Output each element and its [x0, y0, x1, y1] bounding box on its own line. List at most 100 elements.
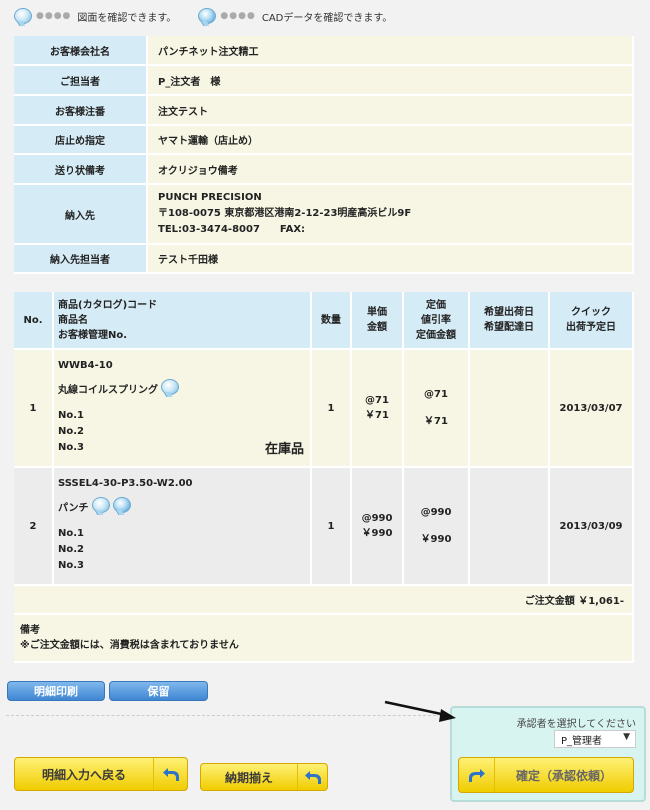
order-total: ご注文金額 ￥1,061-: [14, 586, 634, 615]
row-list: @71 ￥71: [404, 350, 470, 468]
approver-prompt: 承認者を選択してください: [516, 719, 636, 730]
hold-button[interactable]: 保留: [109, 681, 208, 701]
info-row: 納入先 PUNCH PRECISION 〒108-0075 東京都港区港南2-1…: [14, 185, 634, 245]
legend-cad: ●●●● CADデータを確認できます。: [198, 8, 392, 24]
chevron-down-icon: ▼: [623, 732, 630, 742]
header-dates: 希望出荷日 希望配達日: [470, 292, 550, 350]
info-value: PUNCH PRECISION 〒108-0075 東京都港区港南2-12-23…: [148, 185, 634, 245]
product-name: 丸線コイルスプリング: [58, 385, 158, 396]
list-amount: ￥990: [420, 534, 452, 545]
info-label: お客様注番: [14, 96, 148, 126]
confirm-button[interactable]: 確定（承認依頼）: [458, 757, 634, 793]
cad-bubble-icon: [198, 8, 217, 24]
row-price: @990 ￥990: [352, 468, 404, 586]
table-row: 1 WWB4-10 丸線コイルスプリング No.1 No.2 No.3 在庫品 …: [14, 350, 634, 468]
list-unit: @71: [424, 389, 448, 400]
info-value: オクリジョウ備考: [148, 155, 634, 185]
return-arrow-icon: [297, 764, 327, 790]
row-quick-date: 2013/03/07: [550, 350, 634, 468]
product-code: WWB4-10: [58, 360, 113, 371]
product-cell: WWB4-10 丸線コイルスプリング No.1 No.2 No.3 在庫品: [54, 350, 312, 468]
unit-price: @71: [365, 395, 389, 406]
note-text: ※ご注文金額には、消費税は含まれておりません: [20, 640, 239, 651]
row-no: 1: [14, 350, 54, 468]
product-name-line: パンチ: [58, 497, 310, 517]
note-row: 備考 ※ご注文金額には、消費税は含まれておりません: [14, 615, 634, 663]
header-list: 定価 値引率 定価金額: [404, 292, 470, 350]
row-qty: 1: [312, 350, 352, 468]
product-cell: SSSEL4-30-P3.50-W2.00 パンチ No.1 No.2 No.3: [54, 468, 312, 586]
info-row: 送り状備考 オクリジョウ備考: [14, 155, 634, 185]
order-table: No. 商品(カタログ)コード 商品名 お客様管理No. 数量 単価 金額 定価…: [14, 292, 634, 663]
info-value: ヤマト運輸（店止め）: [148, 126, 634, 155]
approver-select[interactable]: P_管理者 ▼: [554, 730, 636, 748]
row-dates: [470, 468, 550, 586]
info-row: ご担当者 P_注文者 様: [14, 66, 634, 96]
product-code: SSSEL4-30-P3.50-W2.00: [58, 478, 193, 489]
forward-arrow-icon: [459, 758, 495, 792]
header-product: 商品(カタログ)コード 商品名 お客様管理No.: [54, 292, 312, 350]
cad-bubble-icon[interactable]: [112, 497, 131, 513]
header-quick-label: クイック: [571, 307, 611, 318]
address-line: 〒108-0075 東京都港区港南2-12-23明産高浜ビル9F: [158, 208, 412, 219]
address-company: PUNCH PRECISION: [158, 192, 262, 203]
stock-label: 在庫品: [264, 442, 304, 457]
mgmt-no: No.1: [58, 410, 84, 421]
order-header-row: No. 商品(カタログ)コード 商品名 お客様管理No. 数量 単価 金額 定価…: [14, 292, 634, 350]
divider: [6, 715, 446, 716]
row-dates: [470, 350, 550, 468]
info-label: 納入先: [14, 185, 148, 245]
approver-panel: 承認者を選択してください P_管理者 ▼ 確定（承認依頼）: [450, 706, 646, 802]
customer-info-table: お客様会社名 パンチネット注文精工 ご担当者 P_注文者 様 お客様注番 注文テ…: [14, 36, 634, 274]
header-qty: 数量: [312, 292, 352, 350]
header-product-mgmt: お客様管理No.: [58, 329, 128, 341]
header-price-amount: 金額: [367, 322, 387, 333]
info-label: お客様会社名: [14, 36, 148, 66]
header-ship-date: 希望出荷日: [484, 307, 534, 318]
info-row: 店止め指定 ヤマト運輸（店止め）: [14, 126, 634, 155]
total-row: ご注文金額 ￥1,061-: [14, 586, 634, 615]
legend-drawing: ●●●● 図面を確認できます。: [14, 8, 176, 24]
header-list-amount: 定価金額: [416, 329, 456, 341]
dots-icon: ●●●●: [36, 11, 72, 21]
list-amount: ￥71: [424, 416, 448, 427]
info-row: 納入先担当者 テスト千田様: [14, 245, 634, 274]
row-list: @990 ￥990: [404, 468, 470, 586]
header-discount: 値引率: [421, 314, 451, 326]
row-price: @71 ￥71: [352, 350, 404, 468]
row-qty: 1: [312, 468, 352, 586]
mgmt-no: No.1: [58, 528, 84, 539]
drawing-bubble-icon[interactable]: [91, 497, 110, 513]
confirm-button-label: 確定（承認依頼）: [515, 768, 612, 783]
unit-price: @990: [361, 513, 393, 524]
align-deadline-button[interactable]: 納期揃え: [200, 763, 328, 791]
info-value: パンチネット注文精工: [148, 36, 634, 66]
row-no: 2: [14, 468, 54, 586]
deadline-button-label: 納期揃え: [224, 770, 273, 785]
header-delivery-date: 希望配達日: [484, 322, 534, 333]
header-quick: クイック 出荷予定日: [550, 292, 634, 350]
header-price-unit: 単価: [367, 307, 387, 318]
info-label: 送り状備考: [14, 155, 148, 185]
header-price: 単価 金額: [352, 292, 404, 350]
header-product-name: 商品名: [58, 314, 88, 326]
note-label: 備考: [20, 625, 40, 636]
drawing-bubble-icon[interactable]: [161, 379, 179, 395]
header-quick-date: 出荷予定日: [566, 322, 616, 333]
back-button-label: 明細入力へ戻る: [41, 767, 126, 782]
info-value: テスト千田様: [148, 245, 634, 274]
drawing-bubble-icon: [14, 8, 32, 24]
info-label: 納入先担当者: [14, 245, 148, 274]
return-arrow-icon: [153, 758, 187, 790]
amount: ￥990: [361, 528, 393, 539]
legend: ●●●● 図面を確認できます。 ●●●● CADデータを確認できます。: [14, 6, 414, 26]
back-to-details-button[interactable]: 明細入力へ戻る: [14, 757, 188, 791]
print-details-button[interactable]: 明細印刷: [7, 681, 105, 701]
product-name-line: 丸線コイルスプリング: [58, 379, 310, 399]
address-tel: TEL:03-3474-8007 FAX:: [158, 224, 306, 235]
info-label: 店止め指定: [14, 126, 148, 155]
dots-icon: ●●●●: [220, 11, 256, 21]
note-cell: 備考 ※ご注文金額には、消費税は含まれておりません: [14, 615, 634, 663]
info-label: ご担当者: [14, 66, 148, 96]
mgmt-no: No.2: [58, 544, 84, 555]
